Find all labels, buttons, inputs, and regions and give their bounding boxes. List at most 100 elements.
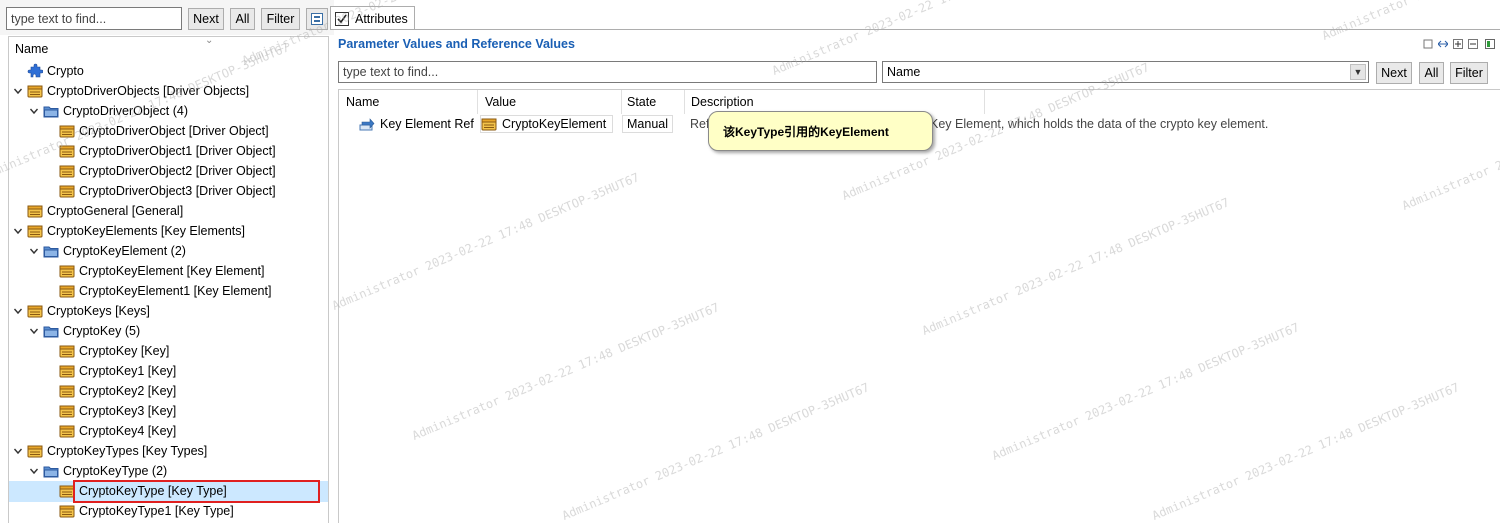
expand-chevron-icon[interactable] [13,226,23,236]
tree-item[interactable]: CryptoDriverObject2 [Driver Object] [59,161,276,181]
tree-item[interactable]: CryptoKeyElement (2) [43,241,186,261]
container-icon [27,445,43,458]
grid-row-state-cell[interactable]: Manual [622,114,673,134]
tree-item[interactable]: CryptoKeyElement1 [Key Element] [59,281,271,301]
tree-item-label: CryptoDriverObject (4) [63,104,189,118]
container-icon [59,385,75,398]
container-icon [59,265,75,278]
column-header-name[interactable]: Name [339,90,477,114]
tree-item-label: CryptoKeys [Keys] [47,304,150,318]
tree-item[interactable]: CryptoKeys [Keys] [27,301,150,321]
tree-item[interactable]: CryptoDriverObjects [Driver Objects] [27,81,249,101]
tree-item[interactable]: CryptoDriverObject3 [Driver Object] [59,181,276,201]
container-icon [59,485,75,498]
tree-item-label: CryptoDriverObject2 [Driver Object] [79,164,276,178]
checkbox-checked-icon[interactable] [335,11,349,26]
expand-chevron-icon[interactable] [29,106,39,116]
tree-item[interactable]: CryptoKeyType1 [Key Type] [59,501,234,521]
grid-filter-button[interactable]: Filter [1450,62,1488,84]
grid-all-button[interactable]: All [1419,62,1444,84]
tree-next-button[interactable]: Next [188,8,224,30]
collapse-all-button[interactable] [306,8,328,30]
expand-arrows-icon[interactable] [1438,39,1448,49]
expand-chevron-icon[interactable] [13,446,23,456]
watermark-text: Administrator 2023-02-22 17:48 DESKTOP-3… [1320,0,1500,43]
chevron-down-icon[interactable]: ▼ [1350,64,1366,80]
tree-item-label: CryptoDriverObject [Driver Object] [79,124,269,138]
tree-item[interactable]: CryptoDriverObject1 [Driver Object] [59,141,276,161]
grid-row-value: CryptoKeyElement [502,117,607,131]
panel-title: Parameter Values and Reference Values [338,37,575,51]
grid-row-name-cell[interactable]: Key Element Ref [359,114,474,134]
expand-chevron-icon[interactable] [29,326,39,336]
left-toolbar: Next All Filter [0,0,334,35]
tab-attributes-label: Attributes [355,11,408,26]
tree-item-label: CryptoKey (5) [63,324,141,338]
tree-item[interactable]: Crypto [27,61,84,81]
container-icon [59,345,75,358]
tree-item[interactable]: CryptoKeyType (2) [43,461,167,481]
grid-row-state: Manual [627,117,668,131]
tree-item[interactable]: CryptoKey3 [Key] [59,401,176,421]
search-column-select[interactable]: Name ▼ [882,61,1369,83]
tree-item[interactable]: CryptoKeyElement [Key Element] [59,261,265,281]
plus-box-icon[interactable] [1453,39,1463,49]
panel-green-icon[interactable] [1485,39,1495,49]
container-icon [481,118,497,131]
container-icon [27,225,43,238]
column-header-value[interactable]: Value [478,90,621,114]
container-icon [59,365,75,378]
expand-chevron-icon[interactable] [29,466,39,476]
tree-item[interactable]: CryptoKey [Key] [59,341,169,361]
tree-all-button[interactable]: All [230,8,255,30]
container-icon [59,125,75,138]
annotation-tooltip: 该KeyType引用的KeyElement [708,111,933,151]
tree-item[interactable]: CryptoKey4 [Key] [59,421,176,441]
tree-item-label: CryptoKeyElements [Key Elements] [47,224,245,238]
expand-chevron-icon[interactable] [13,306,23,316]
puzzle-icon [27,63,43,78]
tree-item[interactable]: CryptoKey2 [Key] [59,381,176,401]
tree-item[interactable]: CryptoDriverObject [Driver Object] [59,121,269,141]
container-icon [59,185,75,198]
grid-row-value-cell[interactable]: CryptoKeyElement [480,114,614,134]
column-separator[interactable] [984,90,985,114]
tree-item-label: CryptoKey4 [Key] [79,424,177,438]
collapse-all-icon [311,13,323,25]
tree-item[interactable]: CryptoKey1 [Key] [59,361,176,381]
tree-item[interactable]: CryptoKeyElements [Key Elements] [27,221,245,241]
tree-item-label: CryptoDriverObject1 [Driver Object] [79,144,276,158]
tree-column-header[interactable]: Name ⌄ [9,35,328,61]
tree-item-label: CryptoKeyElement [Key Element] [79,264,265,278]
tree-item-label: CryptoKeyElement (2) [63,244,186,258]
folder-icon [43,106,59,118]
tree-item-label: CryptoKeyType (2) [63,464,168,478]
tree-item[interactable]: CryptoDriverObject (4) [43,101,188,121]
reference-arrow-icon [359,118,375,131]
restore-icon[interactable] [1423,39,1433,49]
tree-item-label: CryptoKeyTypes [Key Types] [47,444,208,458]
minus-box-icon[interactable] [1468,39,1478,49]
grid-row-description-start: Ref [690,117,710,131]
folder-icon [43,466,59,478]
grid-next-button[interactable]: Next [1376,62,1412,84]
search-column-select-value: Name [887,65,921,79]
tree-item[interactable]: CryptoKeyTypes [Key Types] [27,441,207,461]
tab-attributes[interactable]: Attributes [330,6,415,30]
column-header-state[interactable]: State [620,90,684,114]
tree-item[interactable]: CryptoGeneral [General] [27,201,183,221]
grid-row-description-end: Key Element, which holds the data of the… [930,117,1269,131]
tree-item[interactable]: CryptoKeyType [Key Type] [59,481,227,501]
container-icon [27,85,43,98]
tree-item[interactable]: CryptoKey (5) [43,321,140,341]
tree-search-input[interactable] [6,7,182,30]
tree-item-label: CryptoGeneral [General] [47,204,184,218]
expand-chevron-icon[interactable] [13,86,23,96]
tree-item-label: CryptoKeyElement1 [Key Element] [79,284,272,298]
tree-item-label: CryptoKey [Key] [79,344,170,358]
container-icon [27,305,43,318]
expand-chevron-icon[interactable] [29,246,39,256]
tree-filter-button[interactable]: Filter [261,8,300,30]
grid-search-input[interactable] [338,61,877,83]
container-icon [59,165,75,178]
